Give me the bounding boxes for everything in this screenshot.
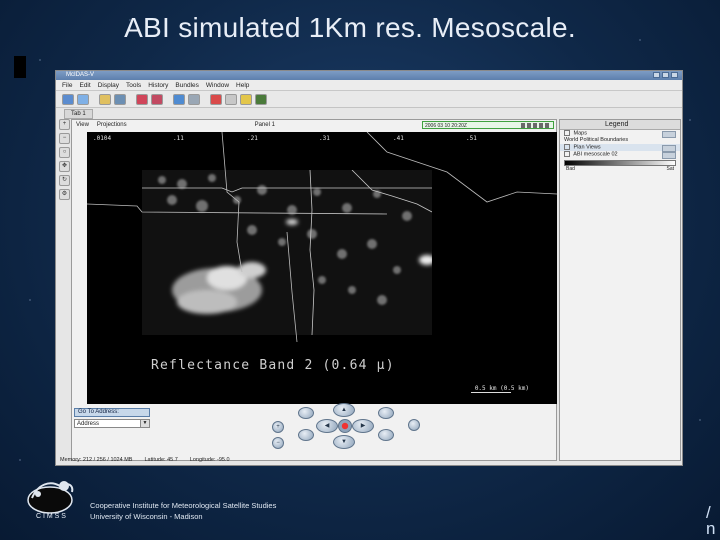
monitor-icon[interactable] — [255, 93, 267, 105]
address-input[interactable]: Address ▼ — [74, 419, 150, 428]
longitude-status: Longitude: -95.0 — [189, 457, 230, 463]
legend-title: Legend — [605, 121, 629, 128]
cimss-logo: C I M S S — [27, 481, 74, 520]
panel-label: Panel 1 — [254, 122, 275, 128]
reset-icon[interactable]: ○ — [59, 147, 70, 158]
stop-icon[interactable] — [225, 93, 237, 105]
tab-1[interactable]: Tab 1 — [64, 109, 93, 119]
rotate-icon[interactable]: ↻ — [59, 175, 70, 186]
satellite-image-map[interactable]: .0104 .11 .21 .31 .41 .51 Reflectance Ba… — [87, 132, 557, 404]
pencil-icon[interactable] — [240, 93, 252, 105]
globe-icon[interactable] — [62, 93, 74, 105]
display-icon[interactable] — [114, 93, 126, 105]
menu-edit[interactable]: Edit — [79, 82, 90, 89]
rotate-right-icon[interactable] — [378, 407, 394, 419]
legend-item-label: Plan Views — [573, 144, 601, 151]
address-value: Address — [77, 421, 100, 427]
reset-view-button[interactable] — [338, 419, 352, 433]
record-icon[interactable] — [210, 93, 222, 105]
map-view-panel: View Projections Panel 1 2006 03 10 20:2… — [71, 119, 557, 461]
pan-left-button[interactable]: ◀ — [316, 419, 338, 433]
menu-display[interactable]: Display — [98, 82, 119, 89]
view-menu[interactable]: View — [76, 122, 89, 128]
legend-item-label: Maps — [573, 130, 587, 137]
time-readout: 2006 03 10 20:20Z — [425, 123, 467, 129]
footer-university: University of Wisconsin - Madison — [90, 512, 203, 521]
menu-window[interactable]: Window — [206, 82, 229, 89]
legend-item-label: World Political Boundaries — [564, 137, 629, 143]
data-icon[interactable] — [136, 93, 148, 105]
corner-glyph: / n — [706, 503, 716, 538]
legend-item-plan-views[interactable]: Plan Views — [560, 144, 680, 152]
colorbar-labels: Bad Sat — [560, 166, 680, 172]
menu-help[interactable]: Help — [236, 82, 249, 89]
window-title: McIDAS-V — [66, 72, 95, 78]
checkbox-icon[interactable] — [564, 151, 570, 157]
folder-icon[interactable] — [99, 93, 111, 105]
animation-time-control[interactable]: 2006 03 10 20:20Z — [422, 121, 554, 129]
legend-item-boundaries[interactable]: World Political Boundaries — [560, 137, 680, 144]
map-icon[interactable] — [77, 93, 89, 105]
latitude-status: Latitude: 45.7 — [144, 457, 178, 463]
legend-header: Legend — [560, 120, 680, 130]
status-bar: Memory: 212 / 256 / 1024 MB Latitude: 45… — [60, 456, 678, 464]
zoom-out-icon[interactable]: − — [59, 133, 70, 144]
colorbar-max: Sat — [666, 166, 674, 172]
logo-text: C I M S S — [36, 513, 66, 520]
legend-item-abi[interactable]: ABI mesoscale 02 — [560, 151, 680, 159]
data2-icon[interactable] — [151, 93, 163, 105]
home-icon[interactable] — [408, 419, 420, 431]
main-toolbar — [56, 91, 682, 108]
projections-menu[interactable]: Projections — [97, 122, 127, 128]
colorbar-min: Bad — [566, 166, 575, 172]
navigation-pad: + − ▲ ◀ ▶ ▼ — [268, 403, 438, 458]
menu-bundles[interactable]: Bundles — [175, 82, 199, 89]
settings-icon[interactable]: ⚙ — [59, 189, 70, 200]
globe2-icon[interactable] — [173, 93, 185, 105]
goto-label: Go To Address: — [74, 408, 150, 417]
rotate-left-icon[interactable] — [298, 407, 314, 419]
menu-file[interactable]: File — [62, 82, 72, 89]
pan-right-button[interactable]: ▶ — [352, 419, 374, 433]
checkbox-icon[interactable] — [564, 144, 570, 150]
animation-buttons-icon[interactable] — [521, 123, 551, 128]
slide-marker — [14, 56, 26, 78]
maximize-icon[interactable] — [662, 72, 669, 78]
pan-down-button[interactable]: ▼ — [333, 435, 355, 449]
zoom-in-button[interactable]: + — [272, 421, 284, 433]
menu-bar: File Edit Display Tools History Bundles … — [56, 80, 682, 91]
chevron-down-icon[interactable]: ▼ — [140, 420, 149, 427]
minimize-icon[interactable] — [653, 72, 660, 78]
footer-institute: Cooperative Institute for Meteorological… — [90, 501, 277, 510]
checkbox-icon[interactable] — [564, 130, 570, 136]
tilt-down-icon[interactable] — [378, 429, 394, 441]
zoom-out-button[interactable]: − — [272, 437, 284, 449]
menu-history[interactable]: History — [148, 82, 168, 89]
legend-panel: Legend Maps World Political Boundaries P… — [559, 119, 681, 461]
left-tool-strip: + − ○ ✥ ↻ ⚙ — [58, 119, 70, 229]
map-scale-label: 0.5 km (0.5 km) — [474, 385, 529, 392]
sync-icon[interactable] — [188, 93, 200, 105]
pan-up-button[interactable]: ▲ — [333, 403, 355, 417]
legend-item-label: ABI mesoscale 02 — [573, 151, 618, 158]
goto-address-box: Go To Address: Address ▼ — [74, 408, 150, 432]
memory-status: Memory: 212 / 256 / 1024 MB — [60, 457, 133, 463]
zoom-in-icon[interactable]: + — [59, 119, 70, 130]
map-scale-bar — [471, 392, 511, 393]
menu-tools[interactable]: Tools — [126, 82, 141, 89]
probe-readout: Reflectance Band 2 (0.64 µ) — [151, 358, 395, 373]
slide-title: ABI simulated 1Km res. Mesoscale. — [124, 12, 576, 43]
layer-controls-icon[interactable] — [662, 152, 676, 159]
mcidas-window: McIDAS-V File Edit Display Tools History… — [55, 70, 683, 466]
close-icon[interactable] — [671, 72, 678, 78]
legend-item-maps[interactable]: Maps — [560, 130, 680, 138]
footer: Cooperative Institute for Meteorological… — [90, 500, 276, 522]
window-titlebar[interactable]: McIDAS-V — [56, 71, 682, 80]
pan-icon[interactable]: ✥ — [59, 161, 70, 172]
tilt-icon[interactable] — [298, 429, 314, 441]
